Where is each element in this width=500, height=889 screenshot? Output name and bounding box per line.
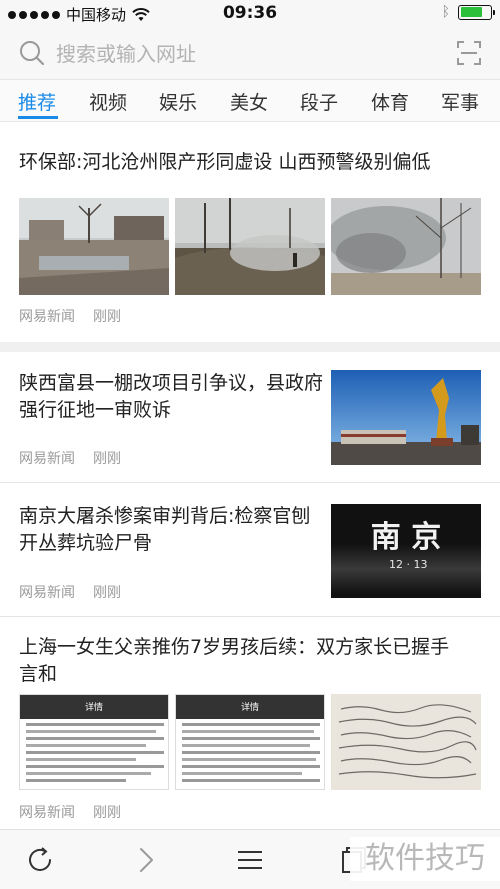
chat-screenshot-1[interactable]: 详情 xyxy=(19,694,169,790)
forward-icon[interactable] xyxy=(130,844,162,876)
article-title-line: 言和 xyxy=(19,663,58,685)
status-right: ᛒ xyxy=(441,4,495,20)
image-caption: 南 京 xyxy=(370,520,442,555)
image-date: 12 · 13 xyxy=(389,558,428,571)
article-source: 网易新闻 xyxy=(19,805,75,821)
section-divider xyxy=(0,342,500,352)
screenshot-header-bar: 详情 xyxy=(20,695,168,719)
bluetooth-icon: ᛒ xyxy=(441,4,450,20)
nanjing-memorial-image[interactable]: 南 京 12 · 13 xyxy=(331,504,481,598)
article-divider xyxy=(0,482,500,483)
article-time: 刚刚 xyxy=(93,805,121,821)
search-input[interactable] xyxy=(56,39,436,69)
screenshot-header-label: 详情 xyxy=(241,703,260,713)
article-meta: 网易新闻 刚刚 xyxy=(19,802,121,822)
tab-jokes[interactable]: 段子 xyxy=(300,88,338,115)
article-title[interactable]: 环保部:河北沧州限产形同虚设 山西预警级别偏低 xyxy=(19,149,430,176)
tab-military[interactable]: 军事 xyxy=(441,88,479,115)
watermark-overlay: 软件技巧 xyxy=(350,837,500,881)
search-bar xyxy=(0,28,500,80)
article-meta: 网易新闻 刚刚 xyxy=(19,582,121,602)
clock: 09:36 xyxy=(222,3,278,23)
article-time: 刚刚 xyxy=(93,585,121,601)
article-meta: 网易新闻 刚刚 xyxy=(19,306,121,326)
article-source: 网易新闻 xyxy=(19,309,75,325)
search-icon[interactable] xyxy=(19,40,45,66)
menu-icon[interactable] xyxy=(234,844,266,876)
active-tab-indicator xyxy=(18,116,58,119)
article-time: 刚刚 xyxy=(93,309,121,325)
screenshot-header-bar: 详情 xyxy=(176,695,324,719)
article-time: 刚刚 xyxy=(93,451,121,467)
tab-beauty[interactable]: 美女 xyxy=(230,88,268,115)
chat-screenshot-2[interactable]: 详情 xyxy=(175,694,325,790)
golden-statue-photo[interactable] xyxy=(331,370,481,465)
burning-field-photo[interactable] xyxy=(175,198,325,295)
screenshot-header-label: 详情 xyxy=(85,703,104,713)
status-bar: 中国移动 09:36 ᛒ xyxy=(0,0,500,28)
article-title[interactable]: 南京大屠杀惨案审判背后:检察官刨 开丛葬坑验尸骨 xyxy=(19,503,310,557)
smog-village-photo[interactable] xyxy=(19,198,169,295)
article-title[interactable]: 上海一女生父亲推伤7岁男孩后续：双方家长已握手 言和 xyxy=(19,634,449,688)
article-title-line: 陕西富县一棚改项目引争议，县政府 xyxy=(19,372,324,394)
tab-video[interactable]: 视频 xyxy=(89,88,127,115)
battery-icon xyxy=(458,4,495,20)
tab-entertainment[interactable]: 娱乐 xyxy=(159,88,197,115)
tab-recommend[interactable]: 推荐 xyxy=(18,88,56,115)
article-title-line: 强行征地一审败诉 xyxy=(19,399,172,421)
article-title-line: 南京大屠杀惨案审判背后:检察官刨 xyxy=(19,505,311,527)
tab-sports[interactable]: 体育 xyxy=(371,88,409,115)
article-title[interactable]: 陕西富县一棚改项目引争议，县政府 强行征地一审败诉 xyxy=(19,370,323,424)
article-divider xyxy=(0,616,500,617)
channel-tabs: 推荐 视频 娱乐 美女 段子 体育 军事 xyxy=(0,80,500,122)
battery-level xyxy=(460,7,483,17)
article-source: 网易新闻 xyxy=(19,451,75,467)
refresh-icon[interactable] xyxy=(24,844,56,876)
haze-trees-photo[interactable] xyxy=(331,198,481,295)
article-title-line: 上海一女生父亲推伤7岁男孩后续：双方家长已握手 xyxy=(19,636,450,658)
article-source: 网易新闻 xyxy=(19,585,75,601)
handwritten-note-photo[interactable] xyxy=(331,694,481,790)
article-title-line: 开丛葬坑验尸骨 xyxy=(19,532,153,554)
article-meta: 网易新闻 刚刚 xyxy=(19,448,121,468)
scan-icon[interactable] xyxy=(456,40,482,66)
bottom-toolbar: 软件技巧 xyxy=(0,829,500,889)
